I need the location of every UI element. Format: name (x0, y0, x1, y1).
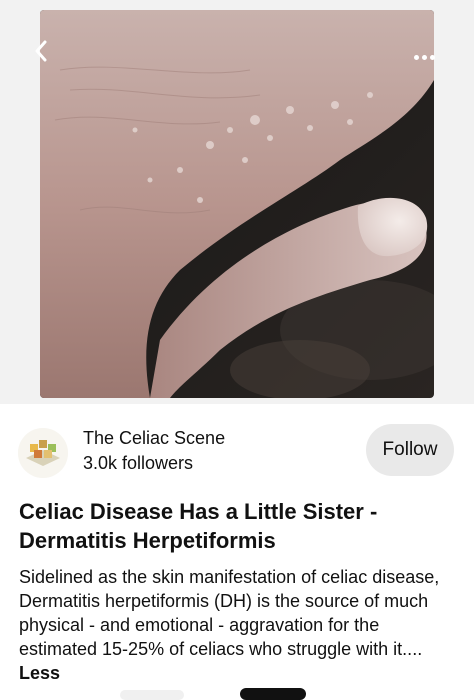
chevron-left-icon (35, 40, 47, 62)
pin-image-container (0, 0, 474, 404)
celiac-scene-logo-icon (18, 428, 68, 478)
more-horizontal-icon (413, 54, 419, 60)
pin-title: Celiac Disease Has a Little Sister - Der… (19, 499, 378, 553)
avatar[interactable] (18, 428, 68, 478)
less-link[interactable]: Less (19, 663, 60, 683)
save-button-partial[interactable] (240, 688, 306, 700)
action-button-partial[interactable] (120, 690, 184, 700)
pin-description: Sidelined as the skin manifestation of c… (19, 565, 459, 685)
creator-name[interactable]: The Celiac Scene (83, 428, 225, 449)
creator-row: The Celiac Scene 3.0k followers Follow (0, 418, 474, 484)
more-dot (429, 54, 435, 60)
back-button[interactable] (26, 36, 56, 66)
more-dot (421, 54, 427, 60)
pin-image[interactable] (40, 10, 434, 398)
skin-rash-photo (40, 10, 434, 398)
follower-count: 3.0k followers (83, 453, 194, 473)
more-options-button[interactable] (404, 42, 444, 72)
pin-description-text: Sidelined as the skin manifestation of c… (19, 567, 440, 659)
follow-button[interactable]: Follow (366, 424, 454, 476)
